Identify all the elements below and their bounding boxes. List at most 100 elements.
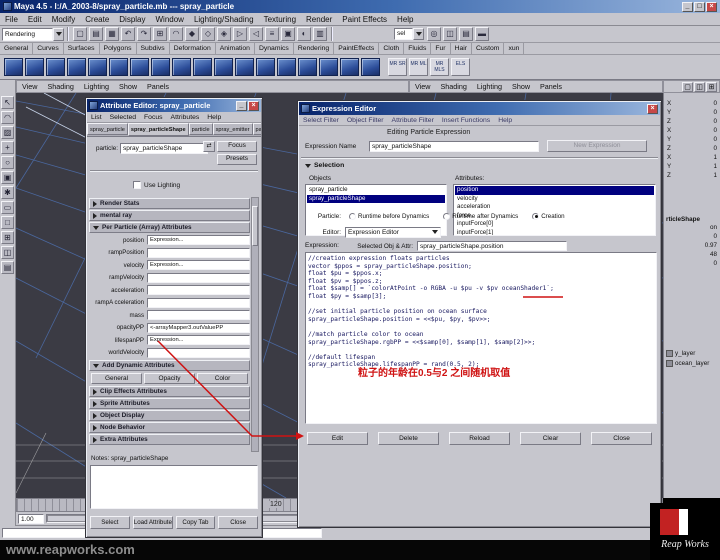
section-bar[interactable]: Object Display (89, 410, 250, 421)
channel-value[interactable]: 1 (713, 171, 717, 180)
attribute-value-field[interactable] (147, 298, 250, 308)
channel-row[interactable]: X 1 (664, 153, 720, 162)
status-icon[interactable]: ◐ (297, 27, 311, 41)
tool-icon[interactable]: + (1, 141, 14, 154)
menu-item[interactable]: Render (301, 15, 337, 24)
shelf-tab[interactable]: Animation (216, 43, 255, 54)
notes-field[interactable] (90, 465, 258, 509)
tool-icon[interactable]: ◠ (1, 111, 14, 124)
channel-value[interactable]: 48 (710, 250, 717, 259)
shelf-tool-icon[interactable] (109, 58, 128, 76)
channel-row[interactable]: 0.97 (664, 241, 720, 250)
status-icon[interactable]: ◫ (443, 27, 457, 41)
layer-visibility-swatch[interactable] (666, 360, 673, 367)
swap-node-icon[interactable]: ⇄ (203, 141, 215, 152)
add-dynamic-button[interactable]: Color (197, 373, 248, 384)
channel-value[interactable]: 1 (713, 153, 717, 162)
status-icon[interactable]: ↷ (137, 27, 151, 41)
pane-layout-icon[interactable]: ▢ (682, 82, 693, 92)
dialog-button[interactable]: Reload (449, 432, 510, 445)
tool-icon[interactable]: ▭ (1, 201, 14, 214)
status-icon[interactable]: ▦ (105, 27, 119, 41)
channel-value[interactable]: 0 (713, 108, 717, 117)
tool-icon[interactable]: ▤ (1, 261, 14, 274)
menu-item[interactable]: Help (392, 15, 418, 24)
shelf-tab[interactable]: Fluids (404, 43, 431, 54)
panel-menu-item[interactable]: View (410, 82, 435, 91)
status-icon[interactable]: ◇ (201, 27, 215, 41)
shelf-tool-icon[interactable] (46, 58, 65, 76)
channel-row[interactable]: Z 0 (664, 117, 720, 126)
section-bar[interactable]: Render Stats (89, 198, 250, 209)
selection-section-header[interactable]: Selection (305, 162, 344, 169)
shelf-tab[interactable]: Fur (431, 43, 450, 54)
menu-item[interactable]: Selected (106, 114, 140, 121)
presets-button[interactable]: Presets (217, 154, 257, 165)
menu-item[interactable]: Help (494, 117, 516, 124)
section-bar-per-particle[interactable]: Per Particle (Array) Attributes (89, 222, 250, 233)
menu-item[interactable]: Object Filter (343, 117, 388, 124)
menu-item[interactable]: Window (151, 15, 189, 24)
status-icon[interactable]: ↶ (121, 27, 135, 41)
shelf-tab[interactable]: Cloth (379, 43, 404, 54)
section-bar-add-dynamic[interactable]: Add Dynamic Attributes (89, 360, 250, 371)
tool-icon[interactable]: ⊞ (1, 231, 14, 244)
channel-row[interactable]: X 0 (664, 99, 720, 108)
tool-icon[interactable]: ▣ (1, 171, 14, 184)
channel-value[interactable]: 0 (713, 126, 717, 135)
shelf-text-icon[interactable]: MR SR (388, 58, 407, 76)
attribute-editor-titlebar[interactable]: Attribute Editor: spray_particle _ × (87, 99, 261, 112)
panel-menu-item[interactable]: Panels (142, 82, 174, 91)
shelf-tool-icon[interactable] (277, 58, 296, 76)
scrollbar-thumb[interactable] (252, 206, 258, 246)
menu-item[interactable]: Texturing (259, 15, 301, 24)
shelf-tool-icon[interactable] (4, 58, 23, 76)
menu-item[interactable]: Attributes (167, 114, 204, 121)
shelf-tab[interactable]: xun (504, 43, 524, 54)
tool-icon[interactable]: ↖ (1, 96, 14, 109)
shelf-tab[interactable]: Curves (33, 43, 64, 54)
shelf-tab[interactable]: Surfaces (64, 43, 100, 54)
channel-value[interactable]: 0 (713, 99, 717, 108)
menu-item[interactable]: Focus (140, 114, 167, 121)
status-icon[interactable]: ▣ (281, 27, 295, 41)
channel-row[interactable]: Y 0 (664, 135, 720, 144)
use-lighting-checkbox[interactable] (133, 181, 141, 189)
menu-item[interactable]: List (87, 114, 106, 121)
channel-value[interactable]: 0 (713, 117, 717, 126)
tool-icon[interactable]: ○ (1, 156, 14, 169)
attribute-value-field[interactable] (147, 348, 250, 358)
section-bar[interactable]: Clip Effects Attributes (89, 386, 250, 397)
menu-item[interactable]: Insert Functions (438, 117, 494, 124)
attribute-editor-tab[interactable]: spray_particleShape (128, 123, 189, 136)
menu-item[interactable]: Attribute Filter (388, 117, 438, 124)
panel-menu-item[interactable]: Lighting (79, 82, 114, 91)
minimize-button[interactable]: _ (236, 101, 247, 111)
shelf-tool-icon[interactable] (235, 58, 254, 76)
shelf-text-icon[interactable]: MR MLS (430, 58, 449, 76)
shelf-tool-icon[interactable] (172, 58, 191, 76)
shelf-tool-icon[interactable] (25, 58, 44, 76)
close-button[interactable]: × (706, 2, 717, 12)
shelf-tool-icon[interactable] (151, 58, 170, 76)
shelf-tool-icon[interactable] (298, 58, 317, 76)
panel-menu-item[interactable]: Shading (42, 82, 78, 91)
panel-menu-item[interactable]: Shading (435, 82, 471, 91)
particle-mode-radio[interactable]: Creation (532, 213, 564, 220)
status-icon[interactable]: ▢ (73, 27, 87, 41)
attribute-value-field[interactable]: Expression... (147, 260, 250, 270)
new-expression-button[interactable]: New Expression (547, 140, 647, 152)
tool-icon[interactable]: □ (1, 216, 14, 229)
shelf-tab[interactable]: Deformation (170, 43, 216, 54)
panel-menu-item[interactable]: Panels (535, 82, 567, 91)
status-icon[interactable]: ▷ (233, 27, 247, 41)
tool-icon[interactable]: ▨ (1, 126, 14, 139)
expression-name-field[interactable]: spray_particleShape (369, 141, 539, 152)
panel-menu-item[interactable]: Lighting (472, 82, 507, 91)
expression-code-area[interactable]: //creation expression floats particlesve… (305, 252, 657, 424)
close-button[interactable]: × (647, 104, 658, 114)
layer-visibility-swatch[interactable] (666, 350, 673, 357)
menu-item[interactable]: Display (114, 15, 150, 24)
editor-dropdown[interactable]: Expression Editor (345, 227, 441, 238)
attribute-value-field[interactable]: Expression... (147, 235, 250, 245)
